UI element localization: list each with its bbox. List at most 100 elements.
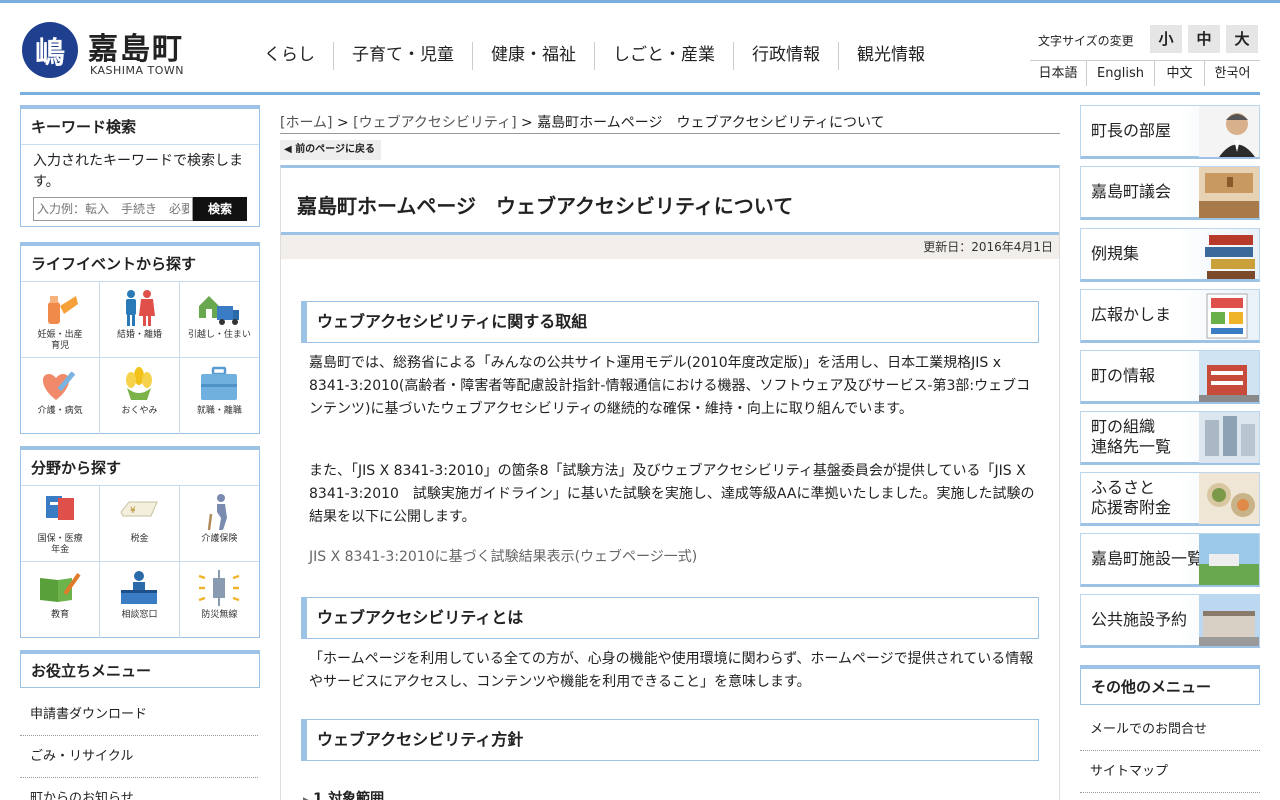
language-switcher: 日本語 English 中文 한국어 [1030, 60, 1260, 86]
heart-syringe-icon [43, 371, 76, 400]
top-accent-line [0, 0, 1280, 3]
book-pencil-icon [40, 573, 81, 602]
speaker-icon [198, 570, 240, 606]
header-divider [20, 92, 1260, 95]
banner-facility-reservation[interactable]: 公共施設予約 [1080, 594, 1260, 648]
site-name-en: KASHIMA TOWN [90, 64, 185, 77]
banner-town-info[interactable]: 町の情報 [1080, 350, 1260, 404]
main-content: 嘉島町ホームページ ウェブアクセシビリティについて 更新日：2016年4月1日 … [280, 165, 1060, 800]
flower-icon [126, 367, 153, 400]
banner-newsletter[interactable]: 広報かしま [1080, 289, 1260, 343]
policy-subheading: ▶ 1.対象範囲 [303, 788, 384, 800]
font-size-label: 文字サイズの変更 [1038, 34, 1134, 48]
font-size-large-button[interactable]: 大 [1226, 25, 1258, 53]
office-icon [1199, 412, 1259, 463]
site-logo[interactable]: 嶋 嘉島町 KASHIMA TOWN [22, 22, 192, 82]
gnav-admin[interactable]: 行政情報 [733, 42, 838, 70]
mayor-portrait-icon [1199, 106, 1259, 157]
couple-icon [126, 290, 156, 326]
menu-item-downloads[interactable]: 申請書ダウンロード [20, 694, 258, 736]
assembly-hall-icon [1199, 167, 1259, 218]
gnav-tourism[interactable]: 観光情報 [838, 42, 943, 70]
banner-facilities[interactable]: 嘉島町施設一覧 [1080, 533, 1260, 587]
section-heading-initiative: ウェブアクセシビリティに関する取組 [301, 301, 1039, 343]
menu-item-recycling[interactable]: ごみ・リサイクル [20, 736, 258, 778]
category-disaster-radio[interactable]: 防災無線 [180, 562, 259, 638]
category-box: 分野から探す 国保・医療 年金 ¥ 税金 介護保険 教育 相談窓口 防災無線 [20, 446, 260, 638]
font-size-medium-button[interactable]: 中 [1188, 25, 1220, 53]
breadcrumb-parent-link[interactable]: [ウェブアクセシビリティ] [353, 115, 516, 131]
lang-japanese[interactable]: 日本語 [1030, 61, 1086, 86]
section-heading-policy: ウェブアクセシビリティ方針 [301, 719, 1039, 761]
gnav-living[interactable]: くらし [250, 42, 333, 70]
life-event-condolence[interactable]: おくやみ [100, 358, 180, 434]
life-event-care[interactable]: 介護・病気 [21, 358, 101, 434]
test-results-link[interactable]: JIS X 8341-3:2010に基づく試験結果表示(ウェブページ一式) [309, 546, 1039, 569]
breadcrumb-separator: > [516, 115, 538, 131]
banner-organization[interactable]: 町の組織 連絡先一覧 [1080, 411, 1260, 465]
lang-english[interactable]: English [1086, 61, 1154, 86]
gnav-childcare[interactable]: 子育て・児童 [333, 42, 472, 70]
paragraph: 嘉島町では、総務省による「みんなの公共サイト運用モデル(2010年度改定版)」を… [309, 355, 1031, 417]
keyword-search-box: キーワード検索 入力されたキーワードで検索します。 検索 [20, 105, 260, 227]
landscape-icon [1199, 534, 1259, 585]
keyword-search-input[interactable] [33, 197, 193, 221]
category-care-insurance[interactable]: 介護保険 [179, 486, 259, 562]
keyword-search-button[interactable]: 検索 [193, 197, 247, 221]
site-name: 嘉島町 [88, 32, 184, 67]
menu-item-notices[interactable]: 町からのお知らせ [20, 778, 258, 800]
category-title: 分野から探す [21, 450, 259, 486]
gnav-work[interactable]: しごと・産業 [594, 42, 733, 70]
briefcase-icon [201, 366, 238, 400]
banner-furusato-donation[interactable]: ふるさと 応援寄附金 [1080, 472, 1260, 526]
moving-truck-icon [199, 296, 240, 325]
counter-icon [121, 571, 158, 604]
triangle-bullet-icon: ▶ [303, 796, 313, 800]
insurance-book-icon [46, 496, 75, 520]
svg-text:¥: ¥ [130, 506, 136, 516]
category-insurance[interactable]: 国保・医療 年金 [21, 486, 101, 562]
useful-menu-title: お役立ちメニュー [20, 650, 260, 688]
category-tax[interactable]: ¥ 税金 [100, 486, 180, 562]
page-title: 嘉島町ホームページ ウェブアクセシビリティについて [297, 194, 794, 218]
baby-bottle-icon [48, 296, 79, 324]
category-consultation[interactable]: 相談窓口 [100, 562, 180, 638]
banner-regulations[interactable]: 例規集 [1080, 228, 1260, 282]
banner-mayor[interactable]: 町長の部屋 [1080, 105, 1260, 159]
global-nav: くらし 子育て・児童 健康・福祉 しごと・産業 行政情報 観光情報 [250, 42, 943, 70]
life-event-box: ライフイベントから探す 妊娠・出産 育児 結婚・離婚 引越し・住まい 介護・病気… [20, 242, 260, 434]
category-education[interactable]: 教育 [21, 562, 101, 638]
town-emblem-icon: 嶋 [22, 22, 78, 78]
banner-assembly[interactable]: 嘉島町議会 [1080, 166, 1260, 220]
back-button[interactable]: ◀ 前のページに戻る [280, 140, 381, 160]
life-event-moving[interactable]: 引越し・住まい [179, 282, 259, 358]
menu-item-mail-inquiry[interactable]: メールでのお問合せ [1080, 709, 1260, 751]
life-event-pregnancy[interactable]: 妊娠・出産 育児 [21, 282, 101, 358]
back-button-label: 前のページに戻る [295, 144, 375, 155]
paragraph: また、「JIS X 8341-3:2010」の箇条8「試験方法」及びウェブアクセ… [309, 463, 1035, 525]
keyword-search-title: キーワード検索 [21, 109, 259, 145]
font-size-small-button[interactable]: 小 [1150, 25, 1182, 53]
local-food-icon [1199, 473, 1259, 524]
other-menu-title: その他のメニュー [1080, 665, 1260, 705]
life-event-employment[interactable]: 就職・離職 [180, 358, 259, 434]
life-event-title: ライフイベントから探す [21, 246, 259, 282]
breadcrumb-current: 嘉島町ホームページ ウェブアクセシビリティについて [537, 115, 885, 131]
facility-icon [1199, 595, 1259, 646]
book-stack-icon [1205, 235, 1255, 279]
lang-chinese[interactable]: 中文 [1154, 61, 1204, 86]
town-building-icon [1199, 351, 1259, 402]
section-heading-definition: ウェブアクセシビリティとは [301, 597, 1039, 639]
gnav-health[interactable]: 健康・福祉 [472, 42, 594, 70]
breadcrumb: [ホーム] > [ウェブアクセシビリティ] > 嘉島町ホームページ ウェブアクセ… [280, 112, 1060, 134]
newsletter-icon [1206, 293, 1248, 339]
elderly-cane-icon [208, 494, 228, 531]
menu-item-sitemap[interactable]: サイトマップ [1080, 751, 1260, 793]
lang-korean[interactable]: 한국어 [1204, 61, 1260, 86]
breadcrumb-home-link[interactable]: [ホーム] [280, 115, 333, 131]
arrow-left-icon: ◀ [284, 144, 292, 155]
life-event-marriage[interactable]: 結婚・離婚 [100, 282, 180, 358]
paragraph: 「ホームページを利用している全ての方が、心身の機能や使用環境に関わらず、ホームペ… [309, 651, 1034, 690]
updated-date: 更新日：2016年4月1日 [281, 235, 1059, 259]
breadcrumb-separator: > [332, 115, 354, 131]
